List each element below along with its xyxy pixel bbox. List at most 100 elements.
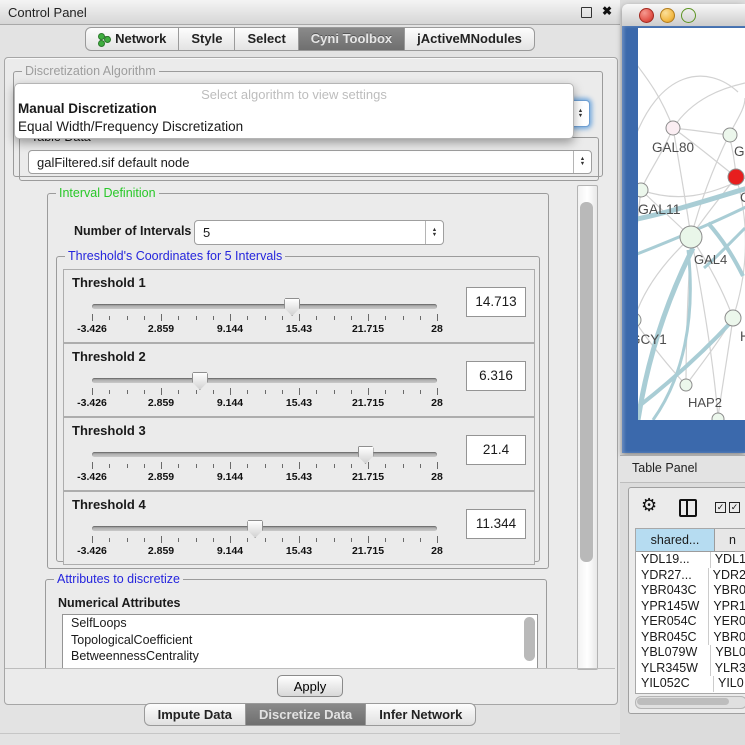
combo-arrows-icon: ▲▼: [573, 151, 591, 173]
settings-scrollbar[interactable]: [577, 185, 598, 670]
table-row[interactable]: YBL079WYBL0: [636, 645, 745, 661]
cell[interactable]: YER054C: [636, 614, 709, 630]
tab-discretize-data[interactable]: Discretize Data: [245, 703, 366, 726]
slider-track[interactable]: [92, 378, 437, 383]
column-header-name[interactable]: n: [715, 529, 745, 551]
cell[interactable]: YBR0: [709, 630, 745, 646]
list-item[interactable]: TopologicalCoefficient: [63, 632, 537, 649]
node-table: shared... n YDL19...YDL1 YDR27...YDR2 YB…: [635, 528, 745, 694]
interval-definition-title: Interval Definition: [56, 186, 159, 201]
tab-select-label: Select: [247, 28, 285, 50]
cell[interactable]: YER0: [709, 614, 745, 630]
table-row[interactable]: YER054CYER0: [636, 614, 745, 630]
table-row[interactable]: YBR045CYBR0: [636, 630, 745, 646]
threshold-2-value-field[interactable]: 6.316: [466, 361, 526, 391]
tab-network[interactable]: Network: [85, 27, 179, 51]
checkbox-icon[interactable]: ✓: [729, 502, 740, 513]
threshold-1-label: Threshold 1: [72, 275, 146, 290]
numerical-attributes-list[interactable]: SelfLoops TopologicalCoefficient Between…: [62, 614, 538, 668]
gear-icon[interactable]: ⚙: [641, 495, 657, 516]
cell[interactable]: YBR045C: [636, 630, 709, 646]
right-column: GAL80G.CGAL11GAL4GCY1HHAP2 Table Panel ⚙…: [620, 0, 745, 745]
column-layout-icon[interactable]: [679, 499, 697, 517]
cell[interactable]: YPR145W: [636, 599, 709, 615]
popup-item-equal-width[interactable]: Equal Width/Frequency Discretization: [18, 119, 243, 134]
apply-button[interactable]: Apply: [277, 675, 343, 697]
cell[interactable]: YDL19...: [636, 552, 711, 568]
tab-style[interactable]: Style: [178, 27, 235, 51]
table-row[interactable]: YDR27...YDR2: [636, 568, 745, 584]
threshold-2-label: Threshold 2: [72, 349, 146, 364]
svg-text:GAL4: GAL4: [694, 252, 727, 267]
slider-track[interactable]: [92, 304, 437, 309]
table-hscrollbar-thumb[interactable]: [637, 698, 729, 705]
algorithm-dropdown-popup: Select algorithm to view settings Manual…: [14, 83, 574, 139]
tab-jactivemodules[interactable]: jActiveMNodules: [404, 27, 535, 51]
close-traffic-light-icon[interactable]: [639, 8, 654, 23]
threshold-3-value-field[interactable]: 21.4: [466, 435, 526, 465]
cell[interactable]: YBR0: [709, 583, 745, 599]
slider-scale-labels: -3.4262.8599.14415.4321.71528: [92, 397, 437, 409]
tab-style-label: Style: [191, 28, 222, 50]
table-row[interactable]: YDL19...YDL1: [636, 552, 745, 568]
cell[interactable]: YBL0: [711, 645, 745, 661]
table-data-combobox[interactable]: galFiltered.sif default node ▲▼: [28, 150, 592, 174]
tab-impute-data[interactable]: Impute Data: [144, 703, 246, 726]
settings-scroll-viewport: Interval Definition Number of Intervals …: [39, 185, 575, 668]
list-item[interactable]: SelfLoops: [63, 615, 537, 632]
control-panel-titlebar: Control Panel ✖: [0, 0, 620, 25]
threshold-1-slider[interactable]: [92, 302, 437, 312]
apply-bar: Apply: [5, 668, 615, 704]
cell[interactable]: YIL052C: [636, 676, 714, 692]
minimize-traffic-light-icon[interactable]: [660, 8, 675, 23]
tab-network-label: Network: [115, 28, 166, 50]
cell[interactable]: YDR2: [709, 568, 745, 584]
table-data-group: Table Data galFiltered.sif default node …: [19, 137, 599, 181]
list-scrollbar[interactable]: [524, 617, 535, 661]
settings-scrollbar-thumb[interactable]: [580, 202, 593, 562]
table-row[interactable]: YIL052CYIL0: [636, 676, 745, 692]
column-header-shared-name[interactable]: shared...: [636, 529, 715, 551]
table-panel-titlebar: Table Panel: [620, 455, 745, 483]
thresholds-group-title: Threshold's Coordinates for 5 Intervals: [65, 249, 285, 264]
cell[interactable]: YLR3: [711, 661, 745, 677]
cell[interactable]: YLR345W: [636, 661, 711, 677]
close-icon[interactable]: ✖: [602, 4, 612, 18]
checkbox-icon[interactable]: ✓: [715, 502, 726, 513]
tab-jactive-label: jActiveMNodules: [417, 28, 522, 50]
tab-infer-network[interactable]: Infer Network: [365, 703, 476, 726]
cell[interactable]: YPR1: [709, 599, 745, 615]
threshold-3-slider[interactable]: [92, 450, 437, 460]
threshold-4-value-field[interactable]: 11.344: [466, 509, 526, 539]
cell[interactable]: YDL1: [711, 552, 745, 568]
table-panel-toolbar: ⚙ ✓ ✓: [629, 494, 745, 522]
list-item[interactable]: BetweennessCentrality: [63, 648, 537, 665]
network-window-titlebar[interactable]: [622, 4, 745, 27]
float-icon[interactable]: [581, 7, 592, 18]
cell[interactable]: YDR27...: [636, 568, 709, 584]
threshold-1-value-field[interactable]: 14.713: [466, 287, 526, 317]
cell[interactable]: YBR043C: [636, 583, 709, 599]
threshold-2-slider[interactable]: [92, 376, 437, 386]
table-row[interactable]: YBR043CYBR0: [636, 583, 745, 599]
popup-item-manual-discretization[interactable]: Manual Discretization: [18, 101, 157, 116]
slider-track[interactable]: [92, 526, 437, 531]
slider-track[interactable]: [92, 452, 437, 457]
tab-select[interactable]: Select: [234, 27, 298, 51]
threshold-4-slider[interactable]: [92, 524, 437, 534]
svg-text:H: H: [740, 329, 745, 344]
table-row[interactable]: YPR145WYPR1: [636, 599, 745, 615]
numerical-attributes-label: Numerical Attributes: [58, 596, 180, 610]
panel-bottom-divider: [0, 733, 620, 734]
cell[interactable]: YBL079W: [636, 645, 711, 661]
cell[interactable]: YIL0: [714, 676, 745, 692]
slider-ticks: [92, 314, 437, 322]
table-horizontal-scrollbar[interactable]: [635, 696, 745, 709]
zoom-traffic-light-icon[interactable]: [681, 8, 696, 23]
tab-cyni-toolbox[interactable]: Cyni Toolbox: [298, 27, 405, 51]
network-view-window[interactable]: GAL80G.CGAL11GAL4GCY1HHAP2: [622, 4, 745, 453]
number-of-intervals-value: 5: [195, 225, 425, 240]
network-canvas[interactable]: GAL80G.CGAL11GAL4GCY1HHAP2: [638, 28, 745, 420]
table-row[interactable]: YLR345WYLR3: [636, 661, 745, 677]
number-of-intervals-combobox[interactable]: 5 ▲▼: [194, 220, 444, 245]
